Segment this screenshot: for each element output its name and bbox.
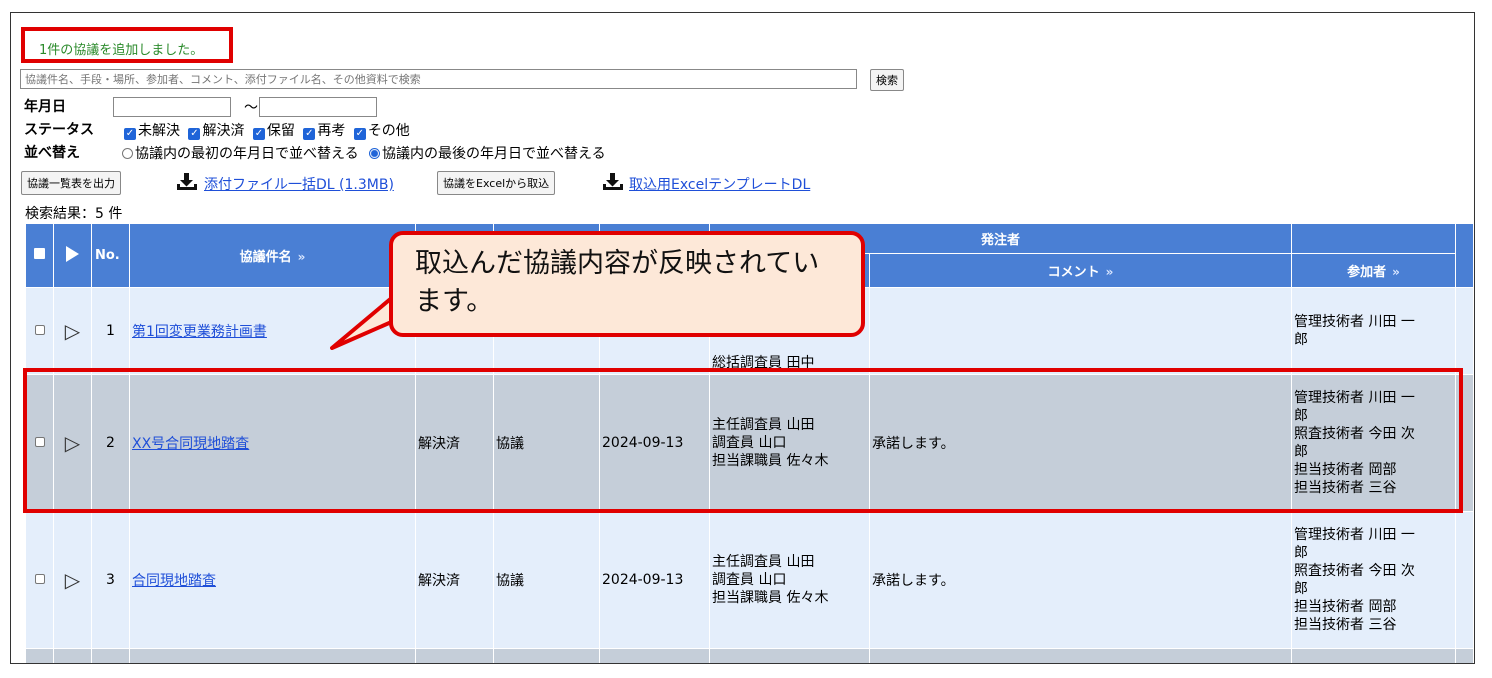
sort-icon[interactable]: » <box>298 250 306 264</box>
app-frame: 1件の協議を追加しました。 検索 年月日 ～ ステータス ✓未解決 ✓解決済 ✓… <box>10 12 1475 664</box>
row-participants: 管理技術者 川田 一 郎 <box>1291 287 1457 375</box>
status-option-unresolved[interactable]: ✓ 未解決 <box>120 123 180 140</box>
row-comment: 承諾します。 <box>868 511 1293 649</box>
status-filter: ✓ 未解決 ✓ 解決済 ✓ 保留 ✓ 再考 ✓ その他 <box>120 120 410 140</box>
search-bar: 検索 <box>20 69 920 91</box>
date-to-input[interactable] <box>259 97 377 117</box>
date-from-input[interactable] <box>113 97 231 117</box>
header-participants[interactable]: 参加者» <box>1291 253 1457 288</box>
row-spacer <box>1455 511 1474 649</box>
row-no: 2 <box>91 374 130 512</box>
checkbox-checked-icon[interactable]: ✓ <box>252 128 265 140</box>
row-expand-cell[interactable]: ▷ <box>53 374 92 512</box>
select-all-cell[interactable] <box>25 223 54 288</box>
row-title-link[interactable]: 合同現地踏査 <box>132 573 216 589</box>
sort-label: 並べ替え <box>24 145 80 161</box>
result-count: 検索結果：5 件 <box>25 206 123 222</box>
row-no: 1 <box>91 287 130 375</box>
expand-row-icon[interactable]: ▷ <box>65 568 80 592</box>
table-row[interactable]: ▷ 2 XX号合同現地踏査 解決済 協議 2024-09-13 主任調査員 山田… <box>25 374 1474 512</box>
status-option-hold[interactable]: ✓ 保留 <box>249 123 295 140</box>
row-date: 2024-09-13 <box>599 374 710 512</box>
row-checkbox[interactable] <box>34 437 45 447</box>
row-title-link[interactable]: 第1回変更業務計画書 <box>132 324 267 340</box>
expand-row-icon[interactable]: ▷ <box>65 431 80 455</box>
row-checkbox-cell[interactable] <box>25 287 54 375</box>
row-title-cell[interactable]: 合同現地踏査 <box>129 511 416 649</box>
status-option-reconsider[interactable]: ✓ 再考 <box>299 123 345 140</box>
import-template-download-link[interactable]: 取込用ExcelテンプレートDL <box>629 174 810 194</box>
row-checkbox[interactable] <box>34 325 45 335</box>
checkbox-checked-icon[interactable]: ✓ <box>353 128 366 140</box>
download-icon[interactable] <box>602 172 624 192</box>
success-notice: 1件の協議を追加しました。 <box>21 27 233 63</box>
table-row[interactable] <box>25 648 1474 663</box>
row-title-cell[interactable]: XX号合同現地踏査 <box>129 374 416 512</box>
expand-all-icon[interactable] <box>66 245 79 262</box>
row-comment: 承諾します。 <box>868 374 1293 512</box>
callout-text: 取込んだ協議内容が反映されています。 <box>415 248 820 317</box>
download-icon[interactable] <box>176 172 198 192</box>
row-participants: 管理技術者 川田 一 郎 照査技術者 今田 次 郎 担当技術者 岡部 担当技術者… <box>1291 511 1457 649</box>
header-empty <box>1291 223 1457 254</box>
notice-text: 1件の協議を追加しました。 <box>39 43 204 58</box>
row-spacer <box>1455 287 1474 375</box>
checkbox-checked-icon[interactable]: ✓ <box>188 128 201 140</box>
status-label: ステータス <box>24 122 94 138</box>
table-row[interactable]: ▷ 3 合同現地踏査 解決済 協議 2024-09-13 主任調査員 山田 調査… <box>25 511 1474 649</box>
date-separator: ～ <box>244 100 258 116</box>
status-option-resolved[interactable]: ✓ 解決済 <box>184 123 244 140</box>
row-client: 主任調査員 山田 調査員 山口 担当課職員 佐々木 <box>709 511 870 649</box>
attachment-bulk-download-link[interactable]: 添付ファイル一括DL (1.3MB) <box>204 174 394 194</box>
row-checkbox[interactable] <box>34 574 45 584</box>
header-scroll-spacer <box>1455 223 1474 288</box>
row-method: 協議 <box>493 511 600 649</box>
radio-icon[interactable] <box>122 148 133 159</box>
search-input[interactable] <box>20 69 857 89</box>
checkbox-checked-icon[interactable]: ✓ <box>124 128 136 140</box>
row-expand-cell[interactable]: ▷ <box>53 511 92 649</box>
checkbox-checked-icon[interactable]: ✓ <box>303 128 316 140</box>
row-expand-cell[interactable]: ▷ <box>53 287 92 375</box>
sort-icon[interactable]: » <box>1106 265 1114 279</box>
sort-options: 協議内の最初の年月日で並べ替える 協議内の最後の年月日で並べ替える <box>122 143 606 163</box>
row-participants: 管理技術者 川田 一 郎 照査技術者 今田 次 郎 担当技術者 岡部 担当技術者… <box>1291 374 1457 512</box>
toolbar: 協議一覧表を出力 添付ファイル一括DL (1.3MB) 協議をExcelから取込… <box>21 171 841 195</box>
radio-selected-icon[interactable] <box>369 148 381 159</box>
sort-option-last-date[interactable]: 協議内の最後の年月日で並べ替える <box>369 146 606 162</box>
row-method: 協議 <box>493 374 600 512</box>
row-title-link[interactable]: XX号合同現地踏査 <box>132 436 249 452</box>
sort-icon[interactable]: » <box>1392 265 1400 279</box>
row-spacer <box>1455 374 1474 512</box>
row-comment <box>868 287 1293 375</box>
row-client: 主任調査員 山田 調査員 山口 担当課職員 佐々木 <box>709 374 870 512</box>
expand-all-cell[interactable] <box>53 223 92 288</box>
row-status: 解決済 <box>415 374 494 512</box>
header-no: No. <box>91 223 130 288</box>
row-date: 2024-09-13 <box>599 511 710 649</box>
row-checkbox-cell[interactable] <box>25 511 54 649</box>
header-title[interactable]: 協議件名» <box>129 223 416 288</box>
export-list-button[interactable]: 協議一覧表を出力 <box>21 171 121 195</box>
search-button[interactable]: 検索 <box>870 69 904 91</box>
select-all-checkbox[interactable] <box>34 248 45 259</box>
expand-row-icon[interactable]: ▷ <box>65 319 80 343</box>
annotation-callout: 取込んだ協議内容が反映されています。 <box>389 231 865 337</box>
import-from-excel-button[interactable]: 協議をExcelから取込 <box>437 171 556 195</box>
row-checkbox-cell[interactable] <box>25 374 54 512</box>
row-status: 解決済 <box>415 511 494 649</box>
status-option-other[interactable]: ✓ その他 <box>350 123 410 140</box>
date-label: 年月日 <box>24 99 66 115</box>
sort-option-first-date[interactable]: 協議内の最初の年月日で並べ替える <box>122 146 359 162</box>
row-no: 3 <box>91 511 130 649</box>
header-comment[interactable]: コメント» <box>868 253 1293 288</box>
